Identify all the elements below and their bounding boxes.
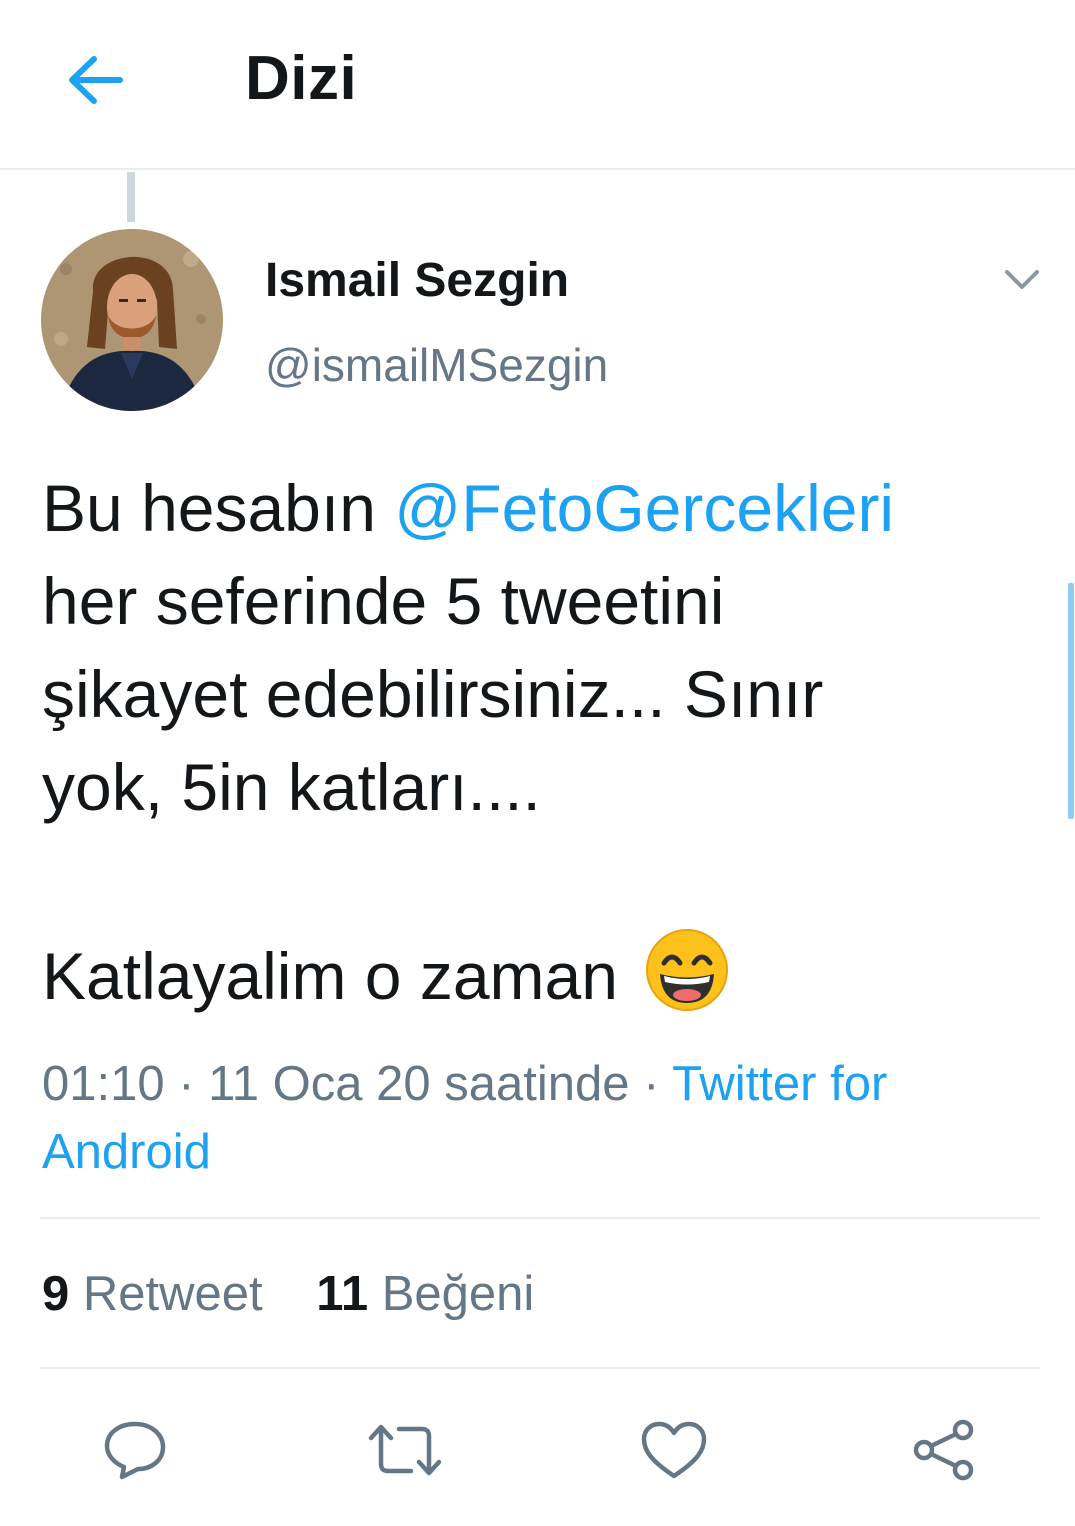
avatar-image: [41, 229, 223, 411]
retweet-label: Retweet: [82, 1267, 263, 1321]
tweet-text-line: yok, 5in katları....: [42, 750, 541, 824]
share-button[interactable]: [906, 1412, 982, 1488]
tweet-menu-button[interactable]: [995, 255, 1049, 305]
tweet-source-link-continued[interactable]: Android: [42, 1118, 1042, 1186]
grinning-face-smiling-eyes-emoji: [646, 929, 729, 1011]
mention-link[interactable]: @FetoGercekleri: [394, 471, 894, 545]
author-display-name[interactable]: Ismail Sezgin: [265, 253, 569, 308]
tweet-source-link[interactable]: Twitter for: [672, 1057, 887, 1111]
share-icon: [913, 1419, 974, 1481]
like-stat[interactable]: 11 Beğeni: [316, 1266, 534, 1322]
top-app-bar: Dizi: [0, 0, 1075, 170]
tweet-text: Bu hesabın @FetoGercekleri her seferinde…: [42, 462, 1042, 1023]
tweet-text-line: her seferinde 5 tweetini: [42, 564, 725, 638]
like-icon: [641, 1421, 707, 1479]
chevron-down-icon: [1005, 270, 1039, 289]
retweet-icon: [368, 1424, 442, 1476]
tweet-timestamp: 01:10 · 11 Oca 20 saatinde ·: [42, 1057, 673, 1111]
tweet-meta-line: 01:10 · 11 Oca 20 saatinde · Twitter for: [42, 1050, 1042, 1118]
like-count: 11: [316, 1267, 369, 1321]
tweet-text-line: Bu hesabın @FetoGercekleri: [42, 462, 1042, 555]
divider: [40, 1367, 1040, 1369]
tweet-text-span: Katlayalim o zaman: [42, 939, 637, 1013]
divider: [40, 1217, 1040, 1219]
author-handle[interactable]: @ismailMSezgin: [265, 338, 608, 392]
back-button[interactable]: [50, 40, 140, 120]
arrow-left-icon: [69, 56, 123, 104]
retweet-count: 9: [42, 1267, 70, 1321]
tweet-text-line: şikayet edebilirsiniz... Sınır: [42, 657, 824, 731]
like-label: Beğeni: [381, 1267, 535, 1321]
tweet-stats: 9 Retweet 11 Beğeni: [42, 1266, 534, 1322]
tweet-text-span: Bu hesabın: [42, 471, 395, 545]
avatar[interactable]: [41, 229, 223, 411]
reply-icon: [104, 1421, 166, 1480]
like-button[interactable]: [636, 1412, 712, 1488]
scrollbar-thumb[interactable]: [1068, 583, 1074, 819]
tweet-meta: 01:10 · 11 Oca 20 saatinde · Twitter for…: [42, 1050, 1042, 1186]
reply-button[interactable]: [97, 1412, 173, 1488]
retweet-button[interactable]: [367, 1412, 443, 1488]
tweet-text-line: Katlayalim o zaman: [42, 927, 1042, 1023]
page-title: Dizi: [245, 44, 358, 113]
retweet-stat[interactable]: 9 Retweet: [42, 1266, 263, 1322]
thread-connector-line: [127, 172, 135, 222]
